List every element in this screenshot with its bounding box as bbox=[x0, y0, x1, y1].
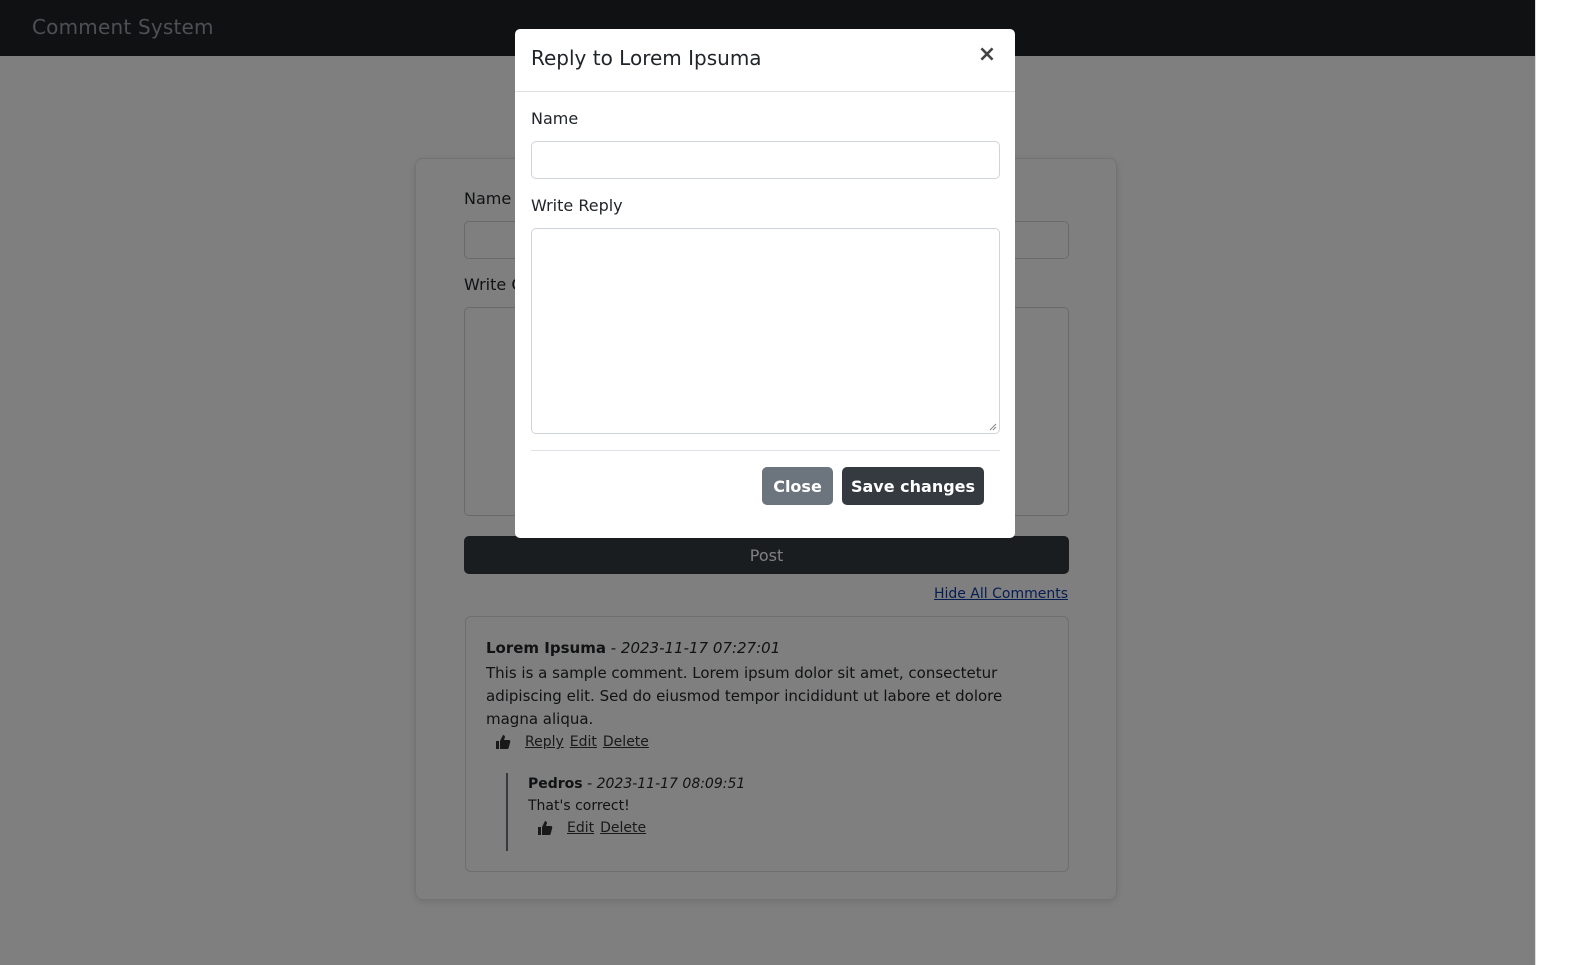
modal-reply-textarea[interactable] bbox=[531, 228, 1000, 434]
reply-modal: Reply to Lorem Ipsuma × Name Write Reply… bbox=[515, 29, 1015, 538]
modal-footer-divider bbox=[531, 450, 1000, 451]
page-margin bbox=[1535, 0, 1582, 965]
modal-title: Reply to Lorem Ipsuma bbox=[531, 46, 762, 70]
close-button[interactable]: Close bbox=[762, 467, 833, 505]
close-icon[interactable]: × bbox=[977, 43, 997, 67]
modal-name-label: Name bbox=[531, 109, 579, 128]
app-viewport: Comment System Name Write Comment Post H… bbox=[0, 0, 1535, 965]
modal-name-input[interactable] bbox=[531, 141, 1000, 179]
save-changes-button[interactable]: Save changes bbox=[842, 467, 984, 505]
modal-header-divider bbox=[515, 91, 1015, 92]
resize-handle-icon[interactable] bbox=[989, 423, 997, 431]
modal-reply-label: Write Reply bbox=[531, 196, 623, 215]
